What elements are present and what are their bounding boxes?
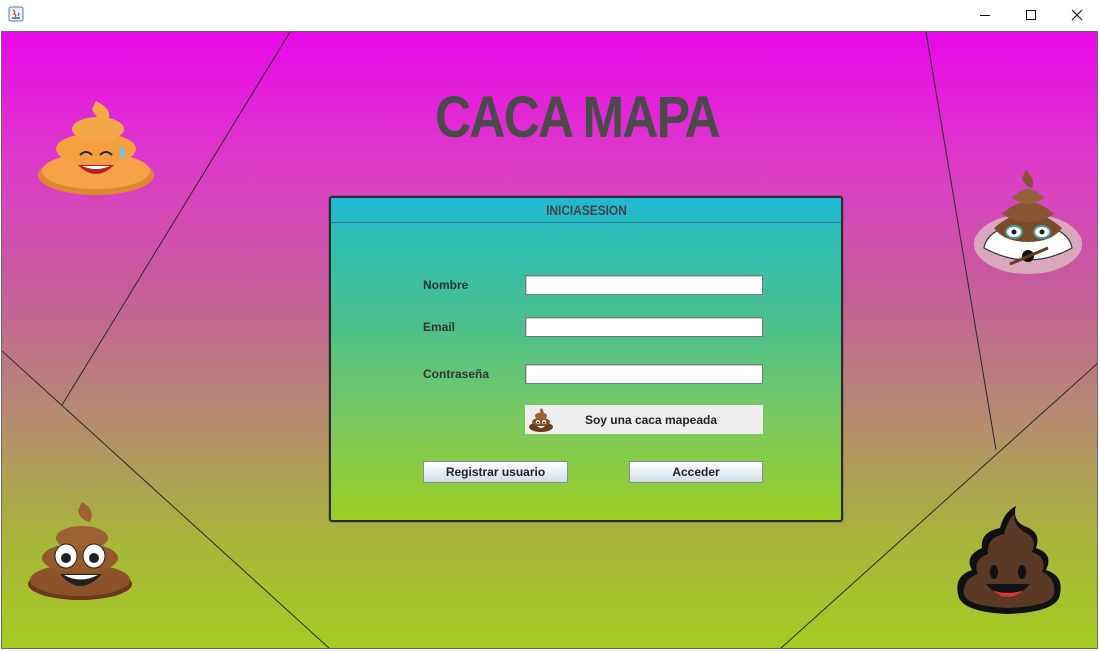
email-input[interactable] bbox=[525, 317, 763, 337]
java-app-icon bbox=[8, 6, 24, 22]
app-title: CACA MAPA bbox=[435, 85, 721, 150]
maximize-button[interactable] bbox=[1008, 0, 1054, 30]
register-button[interactable]: Registrar usuario bbox=[423, 461, 568, 483]
close-icon bbox=[1071, 9, 1083, 21]
name-input[interactable] bbox=[525, 275, 763, 295]
main-canvas: CACA MAPA INICIASESION Nombre Email Cont… bbox=[1, 31, 1098, 649]
password-label: Contraseña bbox=[423, 367, 490, 381]
minimize-button[interactable] bbox=[962, 0, 1008, 30]
caca-mapeada-button[interactable]: Soy una caca mapeada bbox=[525, 405, 763, 434]
name-label: Nombre bbox=[423, 278, 469, 292]
close-button[interactable] bbox=[1054, 0, 1100, 30]
minimize-icon bbox=[980, 15, 990, 16]
login-button[interactable]: Acceder bbox=[629, 461, 763, 483]
window-titlebar bbox=[0, 0, 1100, 31]
panel-header: INICIASESION bbox=[331, 198, 841, 223]
maximize-icon bbox=[1026, 10, 1036, 20]
laughing-poop-emoji bbox=[950, 502, 1066, 622]
panel-title: INICIASESION bbox=[545, 202, 627, 218]
sweating-poop-emoji bbox=[36, 97, 156, 201]
smiling-poop-emoji bbox=[26, 498, 136, 606]
caca-mapeada-label: Soy una caca mapeada bbox=[584, 412, 718, 427]
email-label: Email bbox=[423, 320, 456, 334]
cool-poop-emoji bbox=[972, 168, 1084, 284]
poop-emoji-icon bbox=[525, 405, 557, 434]
login-panel: INICIASESION Nombre Email Contraseña Soy… bbox=[329, 196, 843, 522]
password-input[interactable] bbox=[525, 364, 763, 384]
